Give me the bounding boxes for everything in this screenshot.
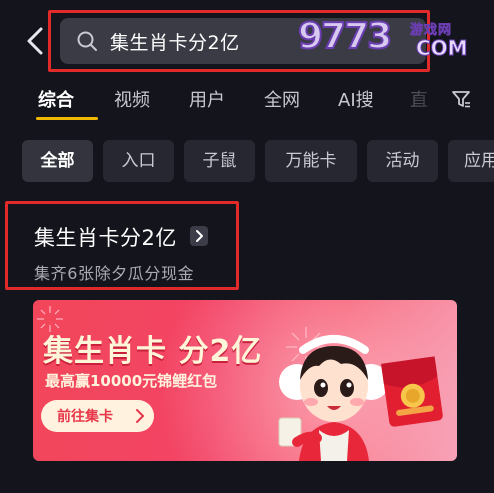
tab-ai-search[interactable]: AI搜 — [338, 86, 374, 112]
result-highlight-box — [5, 201, 239, 290]
header: 集生肖卡分2亿 9773 游戏网 COM — [0, 0, 494, 78]
filter-icon[interactable] — [450, 88, 472, 110]
chevron-right-icon — [136, 409, 144, 423]
tab-users[interactable]: 用户 — [189, 86, 225, 112]
banner-title: 集生肖卡 分2亿 — [43, 334, 263, 369]
go-collect-cards-label: 前往集卡 — [57, 409, 113, 425]
watermark-logo: 9773 游戏网 COM — [297, 15, 474, 62]
red-envelope-icon — [381, 356, 443, 427]
tab-video[interactable]: 视频 — [114, 86, 150, 112]
chip-app[interactable]: 应用 — [448, 140, 494, 182]
go-collect-cards-button[interactable]: 前往集卡 — [41, 400, 154, 432]
active-tab-indicator — [36, 117, 98, 120]
banner-subtitle: 最高赢10000元锦鲤红包 — [45, 372, 218, 390]
chip-wildcard[interactable]: 万能卡 — [265, 140, 357, 182]
chip-all[interactable]: 全部 — [22, 140, 93, 182]
watermark-number: 9773 — [297, 15, 393, 58]
tab-comprehensive[interactable]: 综合 — [38, 86, 74, 112]
watermark-text-en: COM — [416, 36, 469, 61]
chip-rat[interactable]: 子鼠 — [184, 140, 255, 182]
tab-bar: 综合 视频 用户 全网 AI搜 直 — [0, 80, 494, 124]
filter-chip-row: 全部 入口 子鼠 万能卡 活动 应用 — [0, 140, 494, 184]
chip-activity[interactable]: 活动 — [367, 140, 438, 182]
tab-web[interactable]: 全网 — [264, 86, 300, 112]
chip-entry[interactable]: 入口 — [103, 140, 174, 182]
chevron-left-icon[interactable] — [24, 26, 46, 56]
promo-banner[interactable]: 集生肖卡 分2亿 最高赢10000元锦鲤红包 前往集卡 — [33, 300, 457, 461]
tab-fade — [395, 80, 445, 120]
